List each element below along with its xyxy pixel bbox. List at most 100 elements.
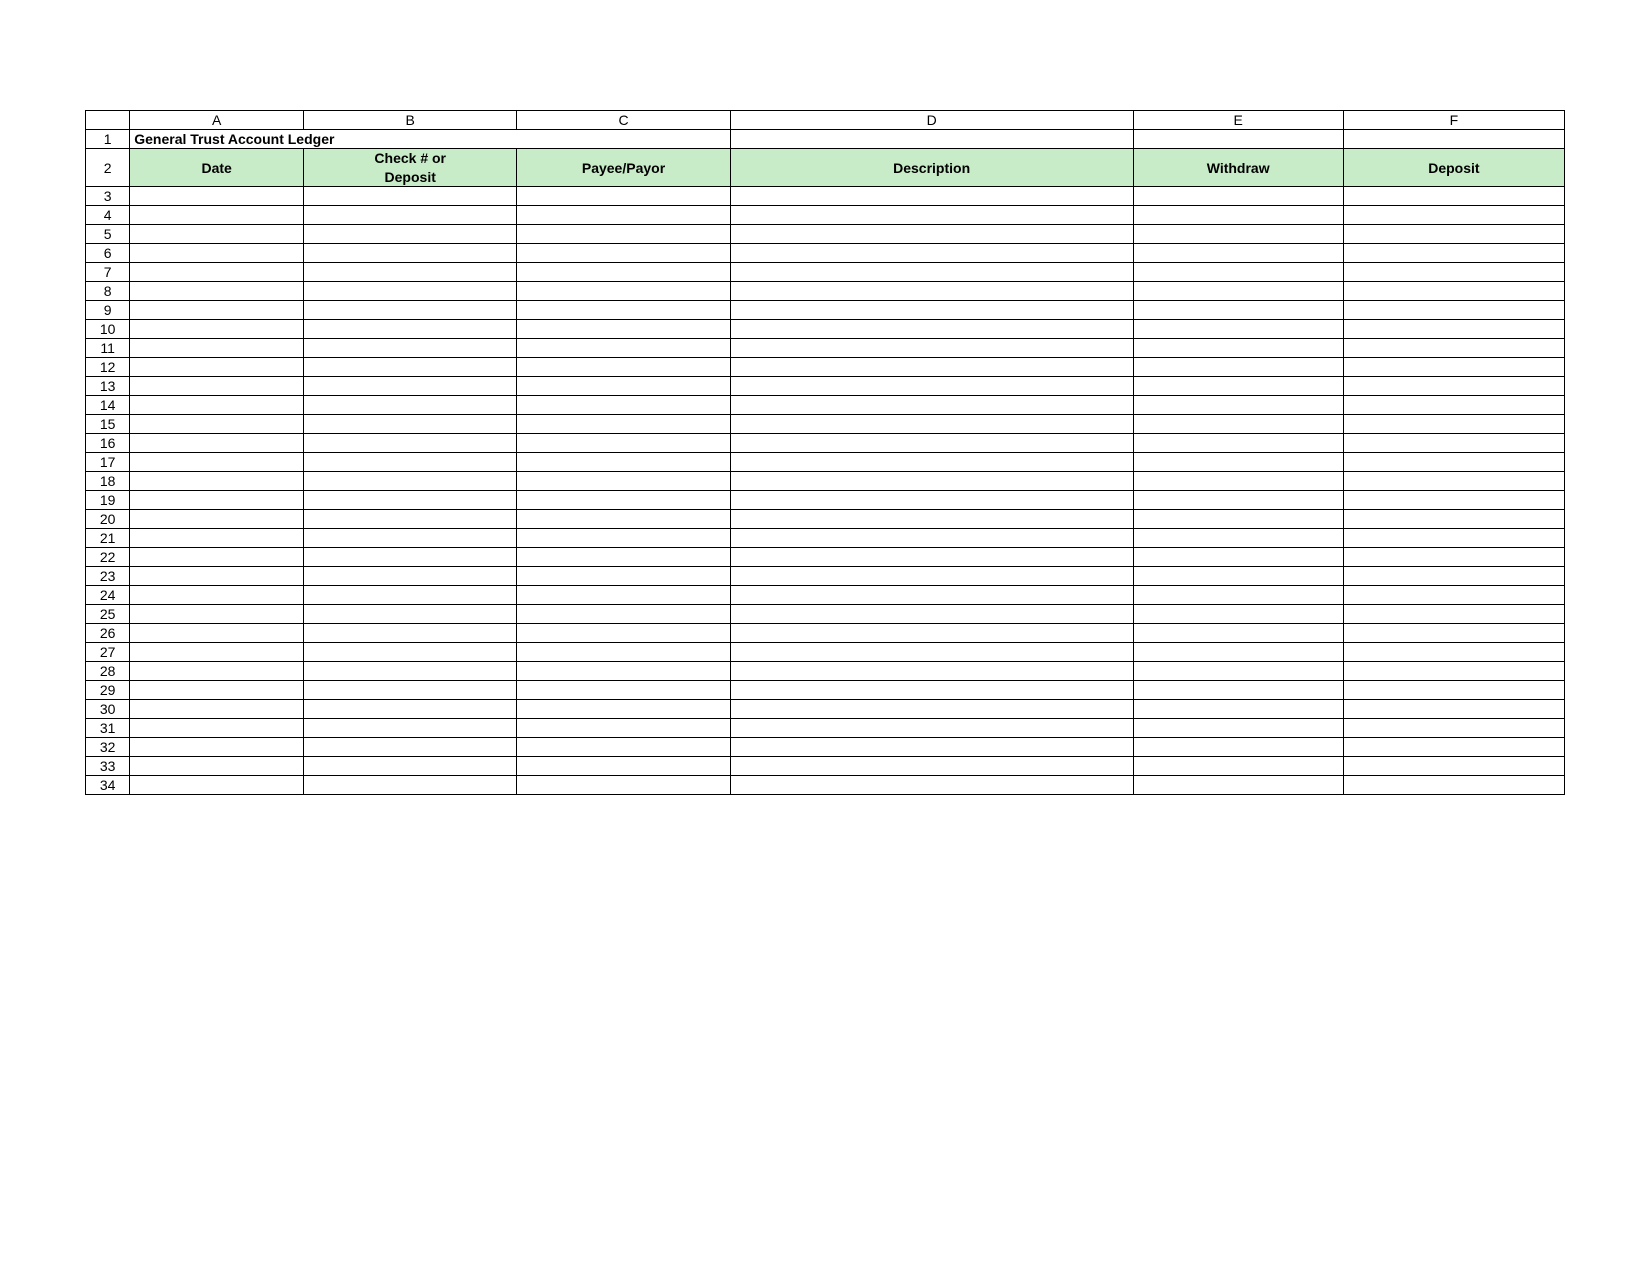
cell-D9[interactable] <box>730 301 1133 320</box>
cell-C17[interactable] <box>517 453 730 472</box>
cell-B3[interactable] <box>304 187 517 206</box>
cell-E29[interactable] <box>1133 681 1343 700</box>
cell-F18[interactable] <box>1343 472 1564 491</box>
cell-D27[interactable] <box>730 643 1133 662</box>
cell-D32[interactable] <box>730 738 1133 757</box>
cell-E14[interactable] <box>1133 396 1343 415</box>
cell-B15[interactable] <box>304 415 517 434</box>
cell-A22[interactable] <box>130 548 304 567</box>
cell-B14[interactable] <box>304 396 517 415</box>
cell-C15[interactable] <box>517 415 730 434</box>
cell-E19[interactable] <box>1133 491 1343 510</box>
cell-A34[interactable] <box>130 776 304 795</box>
cell-B19[interactable] <box>304 491 517 510</box>
row-header[interactable]: 19 <box>86 491 130 510</box>
column-header-a[interactable]: A <box>130 111 304 130</box>
cell-C28[interactable] <box>517 662 730 681</box>
cell-B16[interactable] <box>304 434 517 453</box>
cell-D20[interactable] <box>730 510 1133 529</box>
cell-A11[interactable] <box>130 339 304 358</box>
cell-F17[interactable] <box>1343 453 1564 472</box>
cell-A3[interactable] <box>130 187 304 206</box>
cell-D19[interactable] <box>730 491 1133 510</box>
cell-F12[interactable] <box>1343 358 1564 377</box>
cell-D1[interactable] <box>730 130 1133 149</box>
cell-B17[interactable] <box>304 453 517 472</box>
cell-E23[interactable] <box>1133 567 1343 586</box>
cell-C3[interactable] <box>517 187 730 206</box>
row-header[interactable]: 22 <box>86 548 130 567</box>
cell-B25[interactable] <box>304 605 517 624</box>
cell-B30[interactable] <box>304 700 517 719</box>
cell-D30[interactable] <box>730 700 1133 719</box>
cell-D34[interactable] <box>730 776 1133 795</box>
cell-F23[interactable] <box>1343 567 1564 586</box>
cell-F16[interactable] <box>1343 434 1564 453</box>
cell-E20[interactable] <box>1133 510 1343 529</box>
cell-B23[interactable] <box>304 567 517 586</box>
cell-C25[interactable] <box>517 605 730 624</box>
row-header[interactable]: 34 <box>86 776 130 795</box>
cell-E24[interactable] <box>1133 586 1343 605</box>
cell-F20[interactable] <box>1343 510 1564 529</box>
cell-A12[interactable] <box>130 358 304 377</box>
cell-A33[interactable] <box>130 757 304 776</box>
cell-D5[interactable] <box>730 225 1133 244</box>
cell-C10[interactable] <box>517 320 730 339</box>
row-header[interactable]: 21 <box>86 529 130 548</box>
cell-C6[interactable] <box>517 244 730 263</box>
row-header[interactable]: 29 <box>86 681 130 700</box>
cell-B7[interactable] <box>304 263 517 282</box>
cell-D26[interactable] <box>730 624 1133 643</box>
cell-D29[interactable] <box>730 681 1133 700</box>
cell-C18[interactable] <box>517 472 730 491</box>
cell-B20[interactable] <box>304 510 517 529</box>
row-header[interactable]: 15 <box>86 415 130 434</box>
cell-E30[interactable] <box>1133 700 1343 719</box>
cell-D13[interactable] <box>730 377 1133 396</box>
cell-D21[interactable] <box>730 529 1133 548</box>
cell-E10[interactable] <box>1133 320 1343 339</box>
cell-C27[interactable] <box>517 643 730 662</box>
cell-F13[interactable] <box>1343 377 1564 396</box>
cell-D4[interactable] <box>730 206 1133 225</box>
row-header[interactable]: 31 <box>86 719 130 738</box>
cell-F28[interactable] <box>1343 662 1564 681</box>
cell-E28[interactable] <box>1133 662 1343 681</box>
cell-E16[interactable] <box>1133 434 1343 453</box>
cell-C9[interactable] <box>517 301 730 320</box>
row-header[interactable]: 3 <box>86 187 130 206</box>
column-header-e[interactable]: E <box>1133 111 1343 130</box>
cell-C26[interactable] <box>517 624 730 643</box>
cell-A19[interactable] <box>130 491 304 510</box>
cell-E1[interactable] <box>1133 130 1343 149</box>
cell-C23[interactable] <box>517 567 730 586</box>
column-header-b[interactable]: B <box>304 111 517 130</box>
cell-B10[interactable] <box>304 320 517 339</box>
cell-E18[interactable] <box>1133 472 1343 491</box>
cell-A6[interactable] <box>130 244 304 263</box>
cell-E27[interactable] <box>1133 643 1343 662</box>
cell-D15[interactable] <box>730 415 1133 434</box>
cell-E8[interactable] <box>1133 282 1343 301</box>
row-header[interactable]: 16 <box>86 434 130 453</box>
cell-A32[interactable] <box>130 738 304 757</box>
cell-E9[interactable] <box>1133 301 1343 320</box>
row-header[interactable]: 28 <box>86 662 130 681</box>
cell-E15[interactable] <box>1133 415 1343 434</box>
row-header[interactable]: 18 <box>86 472 130 491</box>
cell-F9[interactable] <box>1343 301 1564 320</box>
row-header[interactable]: 30 <box>86 700 130 719</box>
row-header[interactable]: 4 <box>86 206 130 225</box>
row-header[interactable]: 9 <box>86 301 130 320</box>
cell-E31[interactable] <box>1133 719 1343 738</box>
cell-C32[interactable] <box>517 738 730 757</box>
cell-A5[interactable] <box>130 225 304 244</box>
cell-A9[interactable] <box>130 301 304 320</box>
cell-F32[interactable] <box>1343 738 1564 757</box>
row-header[interactable]: 17 <box>86 453 130 472</box>
cell-D8[interactable] <box>730 282 1133 301</box>
cell-F21[interactable] <box>1343 529 1564 548</box>
row-header[interactable]: 12 <box>86 358 130 377</box>
cell-D31[interactable] <box>730 719 1133 738</box>
